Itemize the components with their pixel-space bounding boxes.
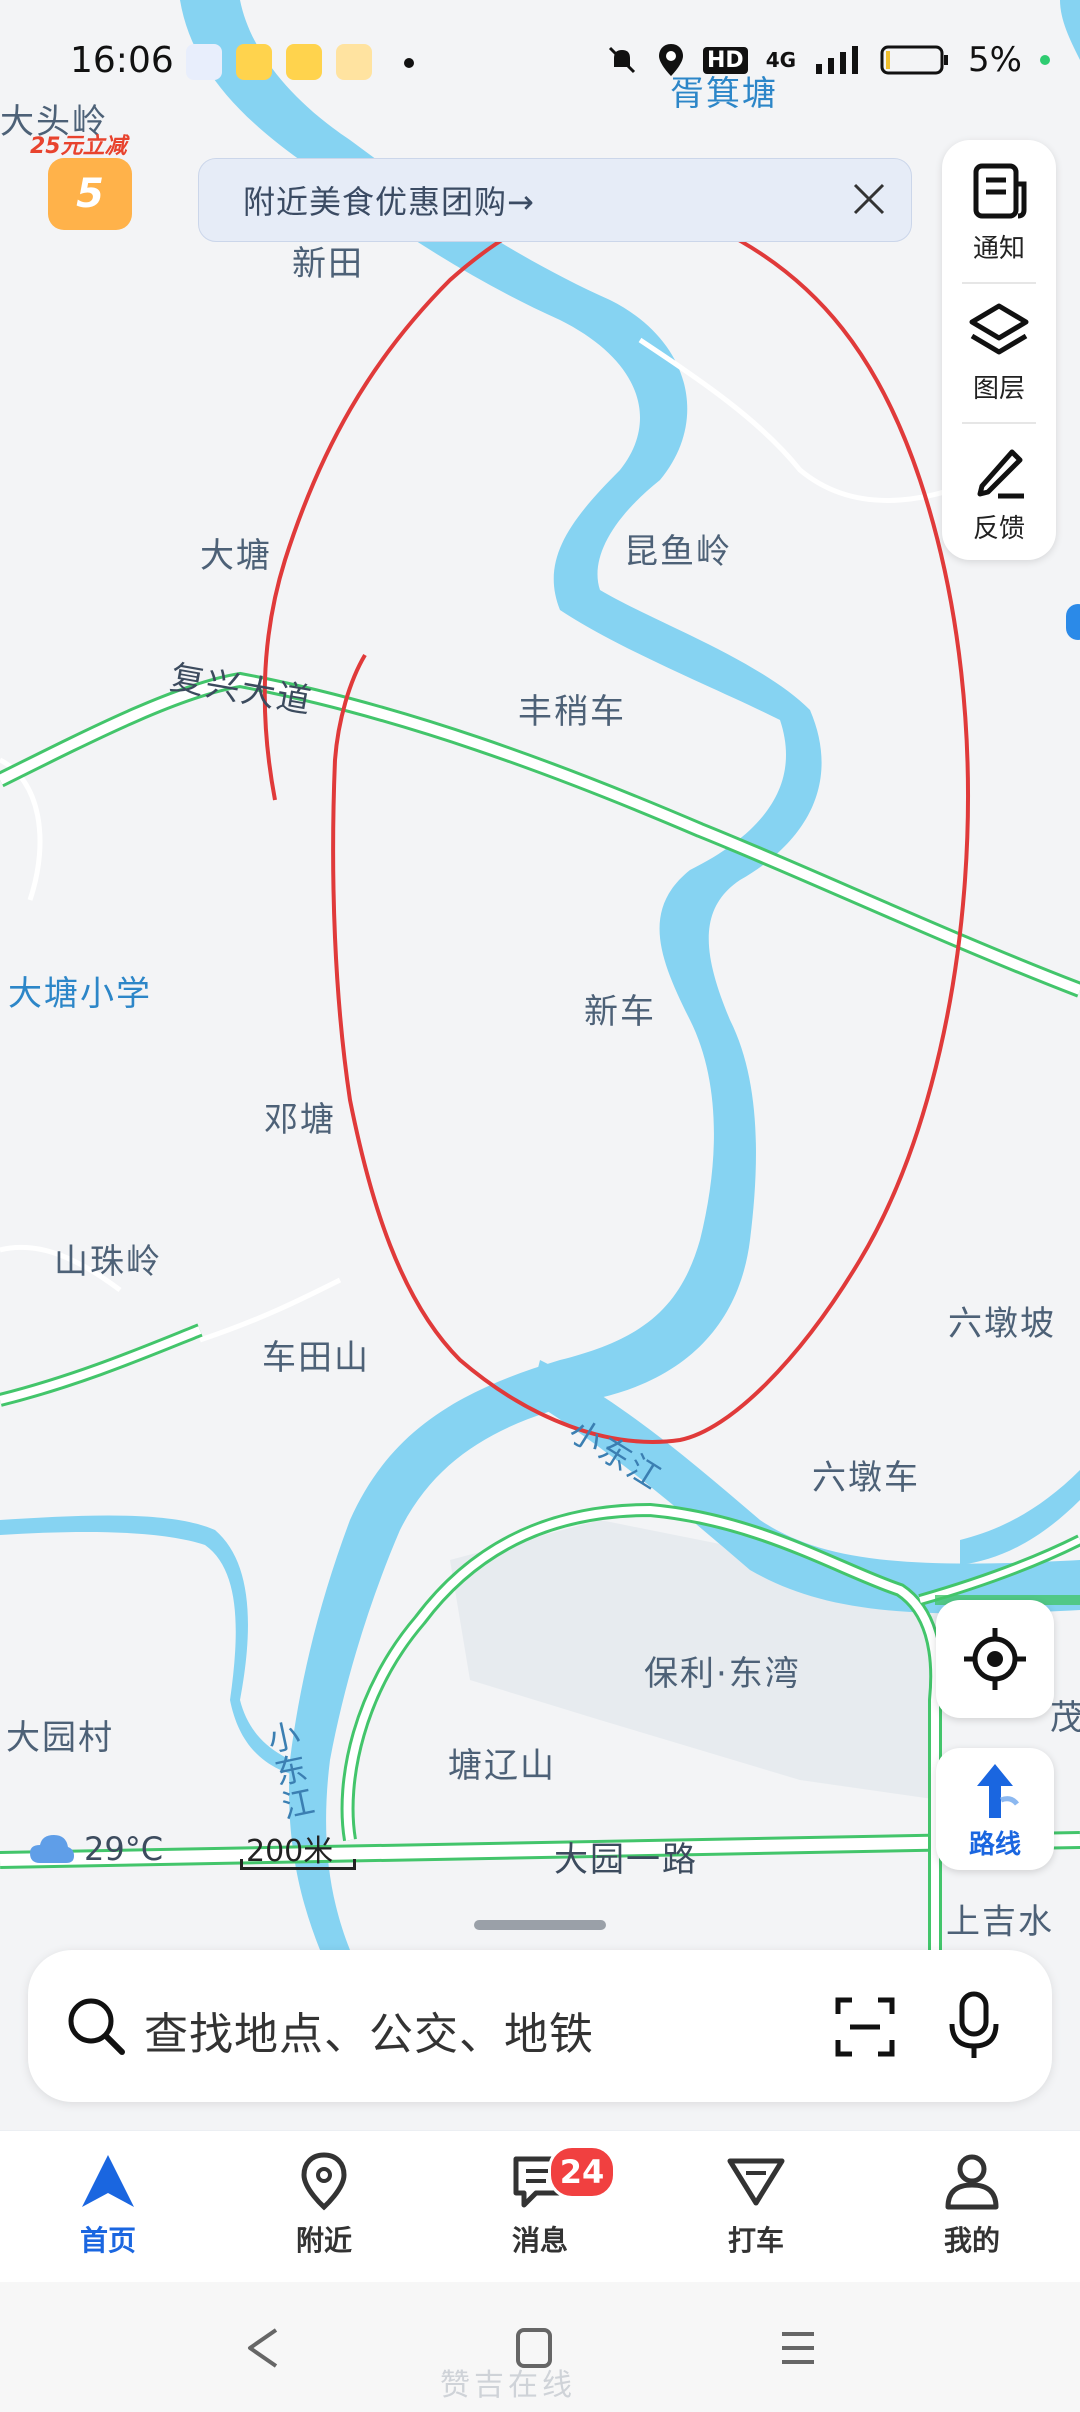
user-icon: [945, 2154, 999, 2210]
tab-bar: 首页 附近 消息 24 打车 我的: [0, 2130, 1080, 2283]
signal-label: 4G: [765, 48, 797, 72]
banner-text: 附近美食优惠团购→: [243, 183, 535, 221]
place-label[interactable]: 上吉水: [946, 1894, 1054, 1943]
poi-label[interactable]: 大塘小学: [8, 966, 152, 1015]
charging-dot-icon: [1040, 55, 1050, 65]
place-label[interactable]: 邓塘: [264, 1092, 336, 1141]
map-tools-panel: 通知 图层 反馈: [942, 140, 1056, 560]
map-scale: 200米: [240, 1826, 356, 1876]
place-label[interactable]: 大塘: [200, 528, 272, 577]
layers-button[interactable]: 图层: [942, 280, 1056, 416]
notification-dot-icon: [404, 58, 414, 68]
layers-icon: [969, 303, 1029, 355]
search-input[interactable]: 查找地点、公交、地铁: [144, 1998, 594, 2062]
tab-profile[interactable]: 我的: [882, 2151, 1062, 2271]
cloud-icon: [30, 1835, 74, 1863]
map-canvas[interactable]: 胥箕塘 大头岭 新田 大塘 昆鱼岭 复兴大道 丰稍车 大塘小学 新车 邓塘 山珠…: [0, 0, 1080, 2130]
food-deal-banner[interactable]: 附近美食优惠团购→: [198, 158, 912, 242]
promo-badge[interactable]: 25元立减 5: [30, 128, 140, 248]
home-navigate-icon: [82, 2155, 134, 2207]
microphone-icon[interactable]: [946, 1990, 1002, 2062]
search-bar[interactable]: 查找地点、公交、地铁: [28, 1950, 1052, 2102]
clock: 16:06: [70, 40, 174, 81]
place-label[interactable]: 新车: [584, 984, 656, 1033]
place-label[interactable]: 茂: [1050, 1690, 1080, 1739]
road-label[interactable]: 大园一路: [554, 1832, 698, 1881]
place-label[interactable]: 车田山: [262, 1330, 370, 1379]
tab-home[interactable]: 首页: [18, 2151, 198, 2271]
weather-widget[interactable]: 29°C: [28, 1830, 163, 1868]
place-label[interactable]: 新田: [292, 236, 364, 285]
place-label[interactable]: 塘辽山: [448, 1738, 556, 1787]
watermark: 赞吉在线: [440, 2368, 576, 2403]
temperature: 29°C: [84, 1830, 164, 1868]
status-bar: 16:06 HD 4G 5%: [0, 30, 1080, 94]
signal-bars-icon: [816, 46, 859, 74]
baidu-icon: [186, 44, 222, 80]
place-label[interactable]: 丰稍车: [518, 684, 626, 733]
tab-messages[interactable]: 消息 24: [450, 2145, 630, 2271]
layers-label: 图层: [972, 374, 1025, 404]
search-icon: [68, 1998, 125, 2055]
map-base: [0, 0, 1080, 1950]
place-label[interactable]: 山珠岭: [54, 1234, 162, 1283]
coupon-icon: 5: [48, 158, 132, 230]
app-icon: [286, 44, 322, 80]
place-label[interactable]: 大园村: [6, 1710, 114, 1759]
feedback-button[interactable]: 反馈: [942, 420, 1056, 556]
meituan-icon: [236, 44, 272, 80]
menu-icon[interactable]: [778, 2326, 818, 2370]
scale-bar: [240, 1859, 356, 1870]
mute-bell-icon: [608, 46, 636, 74]
battery-icon: [880, 45, 949, 75]
scan-icon[interactable]: [834, 1996, 896, 2058]
place-label[interactable]: 六墩车: [812, 1450, 920, 1499]
locate-button[interactable]: [936, 1600, 1054, 1718]
route-arrow-icon: [977, 1764, 1019, 1818]
tab-label: 我的: [943, 2224, 1000, 2257]
weibo-icon: [336, 44, 372, 80]
drag-handle[interactable]: [474, 1920, 606, 1930]
feedback-label: 反馈: [972, 514, 1025, 544]
close-icon[interactable]: [847, 177, 891, 221]
tab-label: 首页: [79, 2224, 136, 2257]
place-label[interactable]: 六墩坡: [948, 1296, 1056, 1345]
promo-amount: 5: [76, 171, 104, 217]
tab-label: 附近: [295, 2224, 352, 2257]
tab-taxi[interactable]: 打车: [666, 2151, 846, 2271]
route-label: 路线: [968, 1830, 1021, 1860]
route-button[interactable]: 路线: [936, 1748, 1054, 1870]
tab-label: 消息: [511, 2224, 568, 2257]
place-label[interactable]: 保利·东湾: [644, 1646, 801, 1695]
promo-text: 25元立减: [30, 134, 127, 159]
edit-pencil-icon: [977, 449, 1024, 499]
notice-icon: [973, 163, 1027, 219]
tab-label: 打车: [727, 2224, 784, 2257]
hd-badge: HD: [703, 46, 748, 74]
side-indicator-icon[interactable]: [1066, 604, 1080, 640]
notice-label: 通知: [972, 234, 1025, 264]
battery-level: 5%: [968, 40, 1022, 80]
notice-button[interactable]: 通知: [942, 140, 1056, 276]
pin-icon: [301, 2152, 347, 2211]
crosshair-icon: [964, 1628, 1026, 1690]
tab-nearby[interactable]: 附近: [234, 2151, 414, 2271]
place-label[interactable]: 昆鱼岭: [624, 524, 732, 573]
location-icon: [659, 44, 684, 76]
unread-badge: 24: [548, 2145, 616, 2199]
taxi-icon: [727, 2158, 785, 2206]
status-right: HD 4G 5%: [605, 40, 1050, 80]
back-icon[interactable]: [244, 2326, 284, 2370]
